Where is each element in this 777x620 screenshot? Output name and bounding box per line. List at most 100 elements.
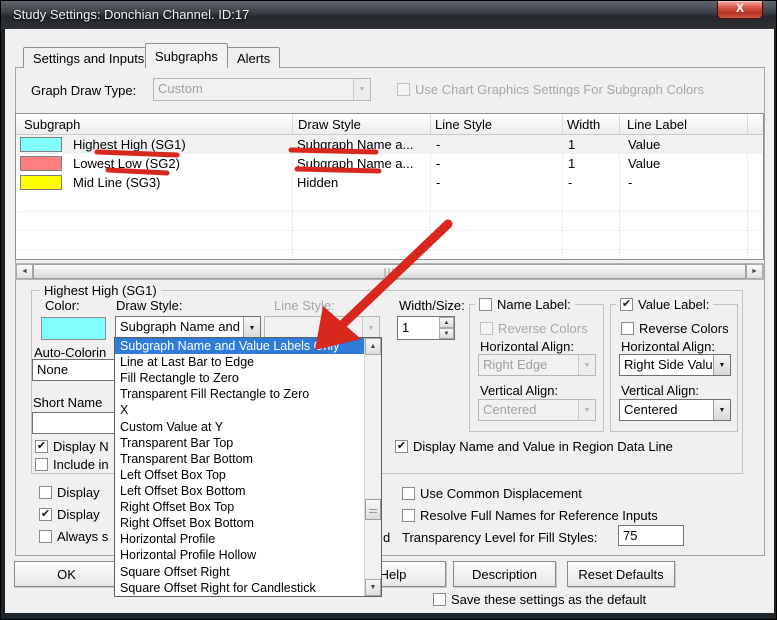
chevron-down-icon: ▼ bbox=[367, 324, 375, 332]
checkbox-label: Reverse Colors bbox=[639, 321, 729, 336]
window-title: Study Settings: Donchian Channel. ID:17 bbox=[13, 7, 250, 22]
dropdown-item[interactable]: Transparent Bar Bottom bbox=[115, 451, 381, 467]
chevron-down-icon: ▼ bbox=[583, 361, 591, 369]
checkbox-box[interactable] bbox=[402, 487, 415, 500]
checkbox-box[interactable] bbox=[39, 486, 52, 499]
check-icon: ✔ bbox=[621, 297, 632, 310]
cell-line-style: - bbox=[436, 156, 441, 171]
table-row[interactable]: Lowest Low (SG2) Subgraph Name a... - 1 … bbox=[17, 154, 762, 173]
draw-style-value: Subgraph Name and bbox=[120, 319, 240, 334]
scroll-right-icon: ► bbox=[751, 268, 758, 275]
scroll-down-button[interactable]: ▼ bbox=[365, 579, 381, 596]
vertical-align-value: Centered bbox=[624, 402, 678, 417]
tab-alerts[interactable]: Alerts bbox=[227, 47, 281, 68]
display-1-checkbox[interactable]: Display bbox=[39, 485, 100, 500]
scroll-thumb[interactable] bbox=[33, 264, 746, 279]
table-row[interactable]: Mid Line (SG3) Hidden - - - bbox=[17, 173, 762, 192]
always-checkbox[interactable]: Always s bbox=[39, 529, 108, 544]
scroll-thumb[interactable] bbox=[365, 499, 381, 520]
table-header[interactable]: Subgraph Draw Style Line Style Width Lin… bbox=[16, 114, 763, 135]
dropdown-item[interactable]: Fill Rectangle to Zero bbox=[115, 370, 381, 386]
dropdown-item[interactable]: X bbox=[115, 402, 381, 418]
dropdown-item[interactable]: Horizontal Profile Hollow bbox=[115, 547, 381, 563]
display-n-checkbox[interactable]: ✔ Display N bbox=[35, 439, 109, 454]
dropdown-item[interactable]: Right Offset Box Top bbox=[115, 499, 381, 515]
tab-subgraphs[interactable]: Subgraphs bbox=[145, 43, 228, 68]
chevron-down-icon: ▼ bbox=[583, 406, 591, 414]
dropdown-item[interactable]: Square Offset Right bbox=[115, 564, 381, 580]
reset-defaults-button[interactable]: Reset Defaults bbox=[567, 561, 675, 587]
width-size-stepper[interactable]: 1 ▲ ▼ bbox=[397, 316, 455, 340]
dropdown-item[interactable]: Right Offset Box Bottom bbox=[115, 515, 381, 531]
study-settings-dialog: Study Settings: Donchian Channel. ID:17 … bbox=[0, 0, 777, 620]
transparency-input[interactable] bbox=[618, 525, 684, 546]
stepper-down-button[interactable]: ▼ bbox=[439, 328, 454, 339]
use-common-displacement-checkbox[interactable]: Use Common Displacement bbox=[402, 486, 582, 501]
save-default-checkbox[interactable]: Save these settings as the default bbox=[433, 592, 646, 607]
help-button-label: Help bbox=[379, 566, 407, 582]
checkbox-label: Use Common Displacement bbox=[420, 486, 582, 501]
chevron-down-icon: ▼ bbox=[718, 406, 726, 414]
include-in-checkbox[interactable]: Include in bbox=[35, 457, 109, 472]
scroll-left-button[interactable]: ◄ bbox=[16, 264, 33, 279]
checkbox-box[interactable] bbox=[402, 509, 415, 522]
vertical-align-value: Centered bbox=[483, 402, 537, 417]
value-label-legend: ✔ Value Label: bbox=[616, 297, 714, 312]
table-row[interactable]: Highest High (SG1) Subgraph Name a... - … bbox=[17, 135, 762, 154]
checkbox-box[interactable]: ✔ bbox=[395, 440, 408, 453]
group-legend: Highest High (SG1) bbox=[40, 283, 161, 298]
resolve-full-names-checkbox[interactable]: Resolve Full Names for Reference Inputs bbox=[402, 508, 658, 523]
ok-button[interactable]: OK bbox=[14, 561, 119, 587]
cell-subgraph: Lowest Low (SG2) bbox=[73, 156, 180, 171]
col-line-style: Line Style bbox=[435, 117, 493, 132]
display-region-data-line-checkbox[interactable]: ✔ Display Name and Value in Region Data … bbox=[395, 439, 673, 454]
horizontal-scrollbar[interactable]: ◄ ► bbox=[15, 263, 764, 280]
cell-line-style: - bbox=[436, 137, 441, 152]
ok-button-label: OK bbox=[57, 566, 76, 582]
cell-line-style: - bbox=[436, 175, 441, 190]
checkbox-box[interactable] bbox=[433, 593, 446, 606]
chevron-down-icon: ▼ bbox=[248, 324, 256, 332]
color-label: Color: bbox=[45, 298, 80, 313]
dropdown-item[interactable]: Custom Value at Y bbox=[115, 419, 381, 435]
dropdown-item[interactable]: Line at Last Bar to Edge bbox=[115, 354, 381, 370]
stepper-up-button[interactable]: ▲ bbox=[439, 317, 454, 328]
cell-draw-style: Hidden bbox=[297, 175, 339, 190]
dropdown-item[interactable]: Square Offset Right for Candlestick bbox=[115, 580, 381, 596]
dropdown-item[interactable]: Horizontal Profile bbox=[115, 531, 381, 547]
description-button[interactable]: Description bbox=[453, 561, 556, 587]
scroll-right-button[interactable]: ► bbox=[746, 264, 763, 279]
draw-style-dropdown-list[interactable]: Subgraph Name and Value Labels Only Line… bbox=[114, 337, 382, 597]
scroll-left-icon: ◄ bbox=[21, 268, 28, 275]
dropdown-item[interactable]: Transparent Fill Rectangle to Zero bbox=[115, 386, 381, 402]
titlebar[interactable]: Study Settings: Donchian Channel. ID:17 bbox=[1, 1, 776, 29]
horizontal-align-combo[interactable]: Right Side Valu ▼ bbox=[619, 354, 731, 376]
dropdown-item[interactable]: Left Offset Box Top bbox=[115, 467, 381, 483]
checkbox-label: Use Chart Graphics Settings For Subgraph… bbox=[415, 82, 705, 97]
checkbox-box[interactable]: ✔ bbox=[39, 508, 52, 521]
display-2-checkbox[interactable]: ✔ Display bbox=[39, 507, 100, 522]
close-button[interactable]: X bbox=[717, 1, 763, 19]
checkbox-label: Include in bbox=[53, 457, 109, 472]
dropdown-item[interactable]: Transparent Bar Top bbox=[115, 435, 381, 451]
vertical-align-combo[interactable]: Centered ▼ bbox=[619, 399, 731, 421]
checkbox-box[interactable] bbox=[35, 458, 48, 471]
scroll-grip bbox=[384, 268, 395, 277]
close-icon: X bbox=[735, 1, 744, 15]
dropdown-item-selected[interactable]: Subgraph Name and Value Labels Only bbox=[115, 338, 381, 355]
name-label-checkbox[interactable] bbox=[479, 298, 492, 311]
checkbox-box[interactable]: ✔ bbox=[35, 440, 48, 453]
reverse-colors-checkbox[interactable]: Reverse Colors bbox=[621, 321, 729, 336]
scroll-up-button[interactable]: ▲ bbox=[365, 338, 381, 355]
up-arrow-icon: ▲ bbox=[443, 319, 450, 326]
tab-settings-and-inputs[interactable]: Settings and Inputs bbox=[23, 47, 155, 68]
color-swatch[interactable] bbox=[41, 317, 106, 340]
checkbox-box[interactable] bbox=[621, 322, 634, 335]
value-label-checkbox[interactable]: ✔ bbox=[620, 298, 633, 311]
dropdown-scrollbar[interactable]: ▲ ▼ bbox=[364, 338, 381, 596]
cell-subgraph: Highest High (SG1) bbox=[73, 137, 186, 152]
cell-draw-style: Subgraph Name a... bbox=[297, 137, 414, 152]
chevron-down-icon: ▼ bbox=[358, 86, 366, 93]
checkbox-box[interactable] bbox=[39, 530, 52, 543]
dropdown-item[interactable]: Left Offset Box Bottom bbox=[115, 483, 381, 499]
